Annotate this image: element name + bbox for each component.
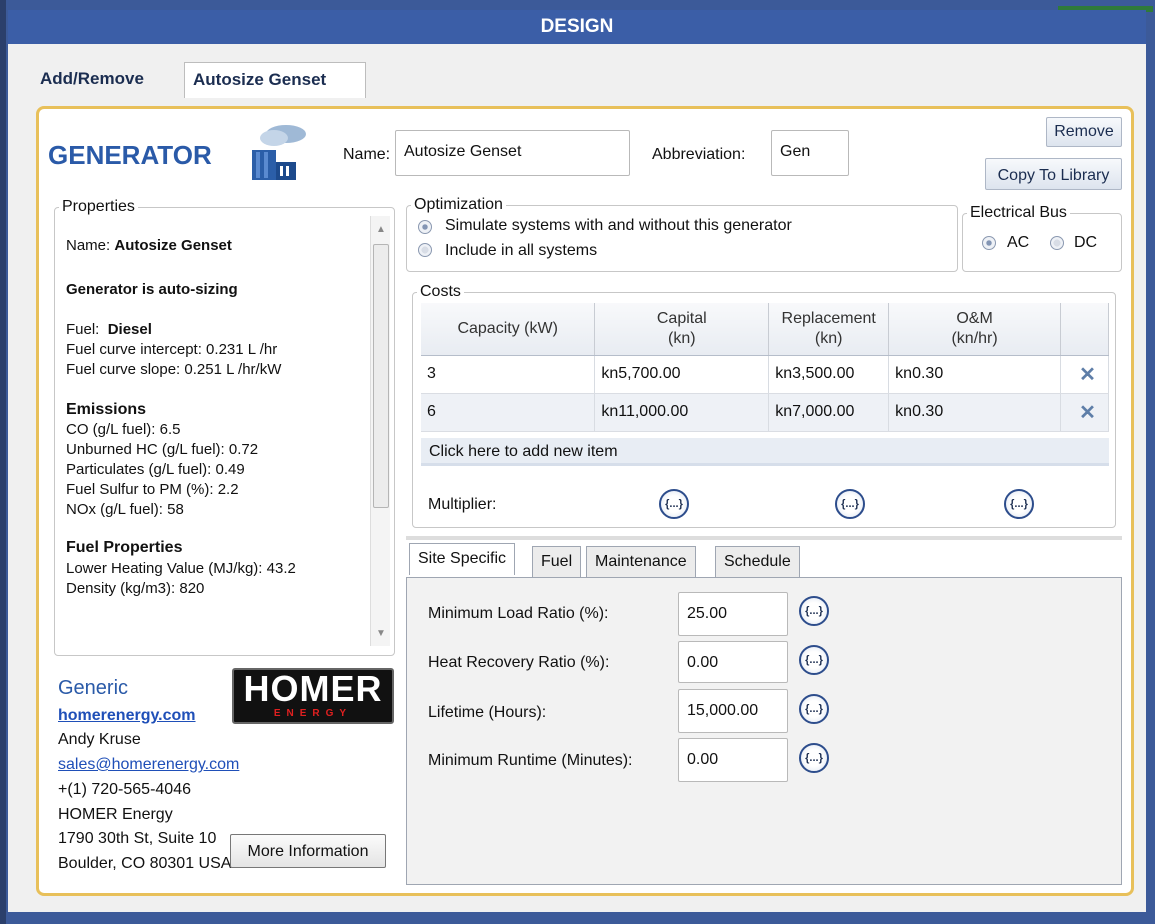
optimization-legend: Optimization	[414, 196, 503, 213]
vendor-name: Generic	[58, 677, 129, 699]
page-title: GENERATOR	[48, 140, 212, 170]
prop-fuel-label: Fuel:	[66, 321, 100, 338]
prop-autosize: Generator is auto-sizing	[66, 281, 238, 298]
prop-name-label: Name:	[66, 237, 111, 254]
tab-maintenance[interactable]: Maintenance	[586, 546, 696, 577]
electrical-bus-legend: Electrical Bus	[970, 204, 1067, 221]
prop-slope: Fuel curve slope: 0.251 L /hr/kW	[66, 361, 282, 378]
cell-capital[interactable]: kn11,000.00	[594, 393, 770, 432]
emission-nox: NOx (g/L fuel): 58	[66, 501, 184, 518]
abbreviation-label: Abbreviation:	[652, 146, 746, 163]
lifetime-sensitivity-button[interactable]: {...}	[799, 694, 829, 724]
name-label: Name:	[343, 146, 391, 163]
heat-recovery-input[interactable]: 0.00	[678, 641, 788, 683]
cell-replacement[interactable]: kn3,500.00	[768, 355, 890, 394]
header-capital[interactable]: Capital (kn)	[594, 303, 770, 356]
copy-to-library-button[interactable]: Copy To Library	[985, 158, 1122, 190]
homer-energy-logo: HOMER ENERGY	[232, 668, 394, 724]
prop-intercept: Fuel curve intercept: 0.231 L /hr	[66, 341, 278, 358]
header-om[interactable]: O&M (kn/hr)	[888, 303, 1061, 356]
table-row: 6 kn11,000.00 kn7,000.00 kn0.30 ✕	[421, 393, 1109, 432]
costs-legend: Costs	[420, 283, 461, 300]
header-delete	[1060, 303, 1109, 356]
cell-capacity[interactable]: 3	[421, 355, 596, 394]
ac-label: AC	[1007, 234, 1030, 251]
tab-site-specific[interactable]: Site Specific	[409, 543, 516, 575]
tab-autosize-genset[interactable]: Autosize Genset	[184, 62, 366, 98]
cell-om[interactable]: kn0.30	[888, 355, 1061, 394]
tab-add-remove[interactable]: Add/Remove	[32, 62, 152, 96]
header-capacity[interactable]: Capacity (kW)	[421, 303, 596, 356]
cell-om[interactable]: kn0.30	[888, 393, 1061, 432]
contact-company: HOMER Energy	[58, 806, 173, 823]
properties-legend: Properties	[62, 198, 135, 215]
emissions-heading: Emissions	[66, 401, 147, 418]
emission-co: CO (g/L fuel): 6.5	[66, 421, 181, 438]
emission-particulates: Particulates (g/L fuel): 0.49	[66, 461, 245, 478]
fuelprop-lhv: Lower Heating Value (MJ/kg): 43.2	[66, 560, 296, 577]
add-new-item-row[interactable]: Click here to add new item	[421, 438, 1109, 466]
logo-main: HOMER	[243, 668, 383, 709]
min-load-sensitivity-button[interactable]: {...}	[799, 596, 829, 626]
heat-recovery-sensitivity-button[interactable]: {...}	[799, 645, 829, 675]
contact-phone: +(1) 720-565-4046	[58, 781, 191, 798]
emission-sulfur: Fuel Sulfur to PM (%): 2.2	[66, 481, 239, 498]
fuel-properties-heading: Fuel Properties	[66, 539, 183, 556]
costs-table: Capacity (kW) Capital (kn) Replacement (…	[421, 303, 1109, 432]
generator-icon	[252, 125, 306, 180]
name-input[interactable]: Autosize Genset	[395, 130, 630, 176]
heat-recovery-label: Heat Recovery Ratio (%):	[428, 654, 610, 671]
delete-row-icon[interactable]: ✕	[1060, 355, 1109, 394]
more-information-button[interactable]: More Information	[230, 834, 386, 868]
emission-hc: Unburned HC (g/L fuel): 0.72	[66, 441, 259, 458]
remove-button[interactable]: Remove	[1046, 117, 1122, 147]
radio-ac[interactable]	[982, 236, 996, 250]
scroll-thumb[interactable]	[373, 244, 389, 508]
radio-dc[interactable]	[1050, 236, 1064, 250]
website-link[interactable]: homerenergy.com	[58, 704, 196, 728]
radio-with-without[interactable]	[418, 220, 432, 234]
header-replacement[interactable]: Replacement (kn)	[768, 303, 890, 356]
om-multiplier-button[interactable]: {...}	[1004, 489, 1034, 519]
prop-name-value: Autosize Genset	[114, 237, 232, 254]
design-window: DESIGN Add/Remove Autosize Genset GENERA…	[0, 0, 1155, 924]
cell-capital[interactable]: kn5,700.00	[594, 355, 770, 394]
window-title: DESIGN	[8, 10, 1146, 44]
min-load-input[interactable]: 25.00	[678, 592, 788, 636]
scroll-down-icon[interactable]: ▼	[376, 628, 386, 639]
delete-row-icon[interactable]: ✕	[1060, 393, 1109, 432]
cell-capacity[interactable]: 6	[421, 393, 596, 432]
logo-sub: ENERGY	[273, 708, 353, 719]
contact-address-line2: Boulder, CO 80301 USA	[58, 855, 232, 872]
scroll-up-icon[interactable]: ▲	[376, 224, 386, 235]
separator	[406, 536, 1122, 540]
multiplier-label: Multiplier:	[428, 496, 497, 513]
min-runtime-sensitivity-button[interactable]: {...}	[799, 743, 829, 773]
properties-scrollbar[interactable]: ▲ ▼	[370, 216, 390, 646]
table-row: 3 kn5,700.00 kn3,500.00 kn0.30 ✕	[421, 355, 1109, 394]
min-runtime-input[interactable]: 0.00	[678, 738, 788, 782]
radio-include-all[interactable]	[418, 243, 432, 257]
contact-address-line1: 1790 30th St, Suite 10	[58, 830, 217, 847]
dc-label: DC	[1074, 234, 1098, 251]
lifetime-label: Lifetime (Hours):	[428, 704, 547, 721]
option-with-without-label: Simulate systems with and without this g…	[445, 217, 792, 234]
option-include-all-label: Include in all systems	[445, 242, 598, 259]
replacement-multiplier-button[interactable]: {...}	[835, 489, 865, 519]
cell-replacement[interactable]: kn7,000.00	[768, 393, 890, 432]
prop-fuel-value: Diesel	[107, 321, 152, 338]
capital-multiplier-button[interactable]: {...}	[659, 489, 689, 519]
tab-fuel[interactable]: Fuel	[532, 546, 582, 577]
contact-person: Andy Kruse	[58, 731, 141, 748]
min-load-label: Minimum Load Ratio (%):	[428, 605, 609, 622]
tab-schedule[interactable]: Schedule	[715, 546, 800, 577]
lifetime-input[interactable]: 15,000.00	[678, 689, 788, 733]
email-link[interactable]: sales@homerenergy.com	[58, 753, 239, 777]
min-runtime-label: Minimum Runtime (Minutes):	[428, 752, 633, 769]
window-edge	[0, 0, 6, 924]
abbreviation-input[interactable]: Gen	[771, 130, 849, 176]
fuelprop-density: Density (kg/m3): 820	[66, 580, 205, 597]
